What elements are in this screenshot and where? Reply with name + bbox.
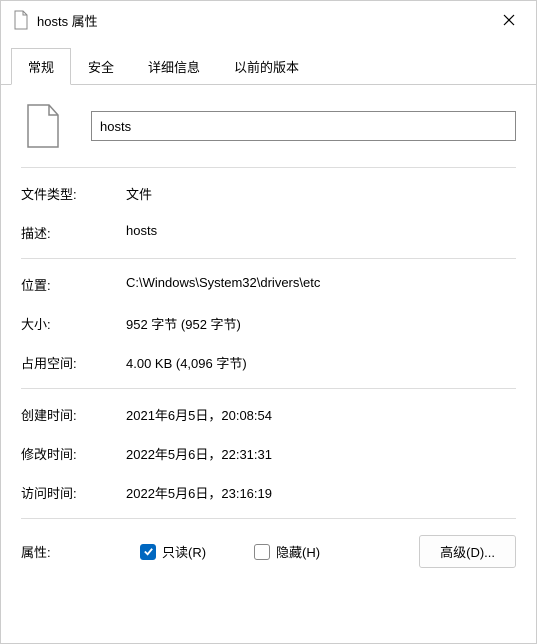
- modified-label: 修改时间:: [21, 444, 126, 463]
- divider: [21, 518, 516, 519]
- checkbox-checked-icon: [140, 544, 156, 560]
- row-size-on-disk: 占用空间: 4.00 KB (4,096 字节): [21, 343, 516, 382]
- file-icon: [13, 10, 29, 30]
- close-button[interactable]: [494, 5, 524, 35]
- file-header: [21, 103, 516, 149]
- divider: [21, 167, 516, 168]
- description-value: hosts: [126, 223, 516, 242]
- tab-security[interactable]: 安全: [71, 48, 131, 85]
- readonly-label: 只读(R): [162, 542, 206, 561]
- attributes-label: 属性:: [21, 542, 126, 561]
- description-label: 描述:: [21, 223, 126, 242]
- tabs: 常规 安全 详细信息 以前的版本: [1, 47, 536, 85]
- filetype-value: 文件: [126, 184, 516, 203]
- row-modified: 修改时间: 2022年5月6日，22:31:31: [21, 434, 516, 473]
- row-accessed: 访问时间: 2022年5月6日，23:16:19: [21, 473, 516, 512]
- tab-previous-versions[interactable]: 以前的版本: [217, 48, 316, 85]
- advanced-button[interactable]: 高级(D)...: [419, 535, 516, 568]
- hidden-checkbox[interactable]: 隐藏(H): [254, 542, 320, 561]
- divider: [21, 388, 516, 389]
- created-label: 创建时间:: [21, 405, 126, 424]
- filetype-label: 文件类型:: [21, 184, 126, 203]
- size-on-disk-label: 占用空间:: [21, 353, 126, 372]
- hidden-label: 隐藏(H): [276, 542, 320, 561]
- content-panel: 文件类型: 文件 描述: hosts 位置: C:\Windows\System…: [1, 85, 536, 643]
- tab-general[interactable]: 常规: [11, 48, 71, 85]
- row-attributes: 属性: 只读(R) 隐藏(H) 高级(D)...: [21, 525, 516, 578]
- row-filetype: 文件类型: 文件: [21, 174, 516, 213]
- divider: [21, 258, 516, 259]
- close-icon: [503, 14, 515, 26]
- location-label: 位置:: [21, 275, 126, 294]
- filename-input[interactable]: [91, 111, 516, 141]
- checkbox-unchecked-icon: [254, 544, 270, 560]
- modified-value: 2022年5月6日，22:31:31: [126, 444, 516, 463]
- size-value: 952 字节 (952 字节): [126, 314, 516, 333]
- readonly-checkbox[interactable]: 只读(R): [140, 542, 206, 561]
- properties-window: hosts 属性 常规 安全 详细信息 以前的版本 文件类型: 文件: [0, 0, 537, 644]
- created-value: 2021年6月5日，20:08:54: [126, 405, 516, 424]
- window-title: hosts 属性: [37, 11, 494, 30]
- accessed-label: 访问时间:: [21, 483, 126, 502]
- row-created: 创建时间: 2021年6月5日，20:08:54: [21, 395, 516, 434]
- tab-details[interactable]: 详细信息: [131, 48, 217, 85]
- accessed-value: 2022年5月6日，23:16:19: [126, 483, 516, 502]
- row-description: 描述: hosts: [21, 213, 516, 252]
- titlebar: hosts 属性: [1, 1, 536, 39]
- row-size: 大小: 952 字节 (952 字节): [21, 304, 516, 343]
- size-label: 大小:: [21, 314, 126, 333]
- location-value: C:\Windows\System32\drivers\etc: [126, 275, 516, 294]
- size-on-disk-value: 4.00 KB (4,096 字节): [126, 353, 516, 372]
- file-icon-large: [25, 103, 61, 149]
- row-location: 位置: C:\Windows\System32\drivers\etc: [21, 265, 516, 304]
